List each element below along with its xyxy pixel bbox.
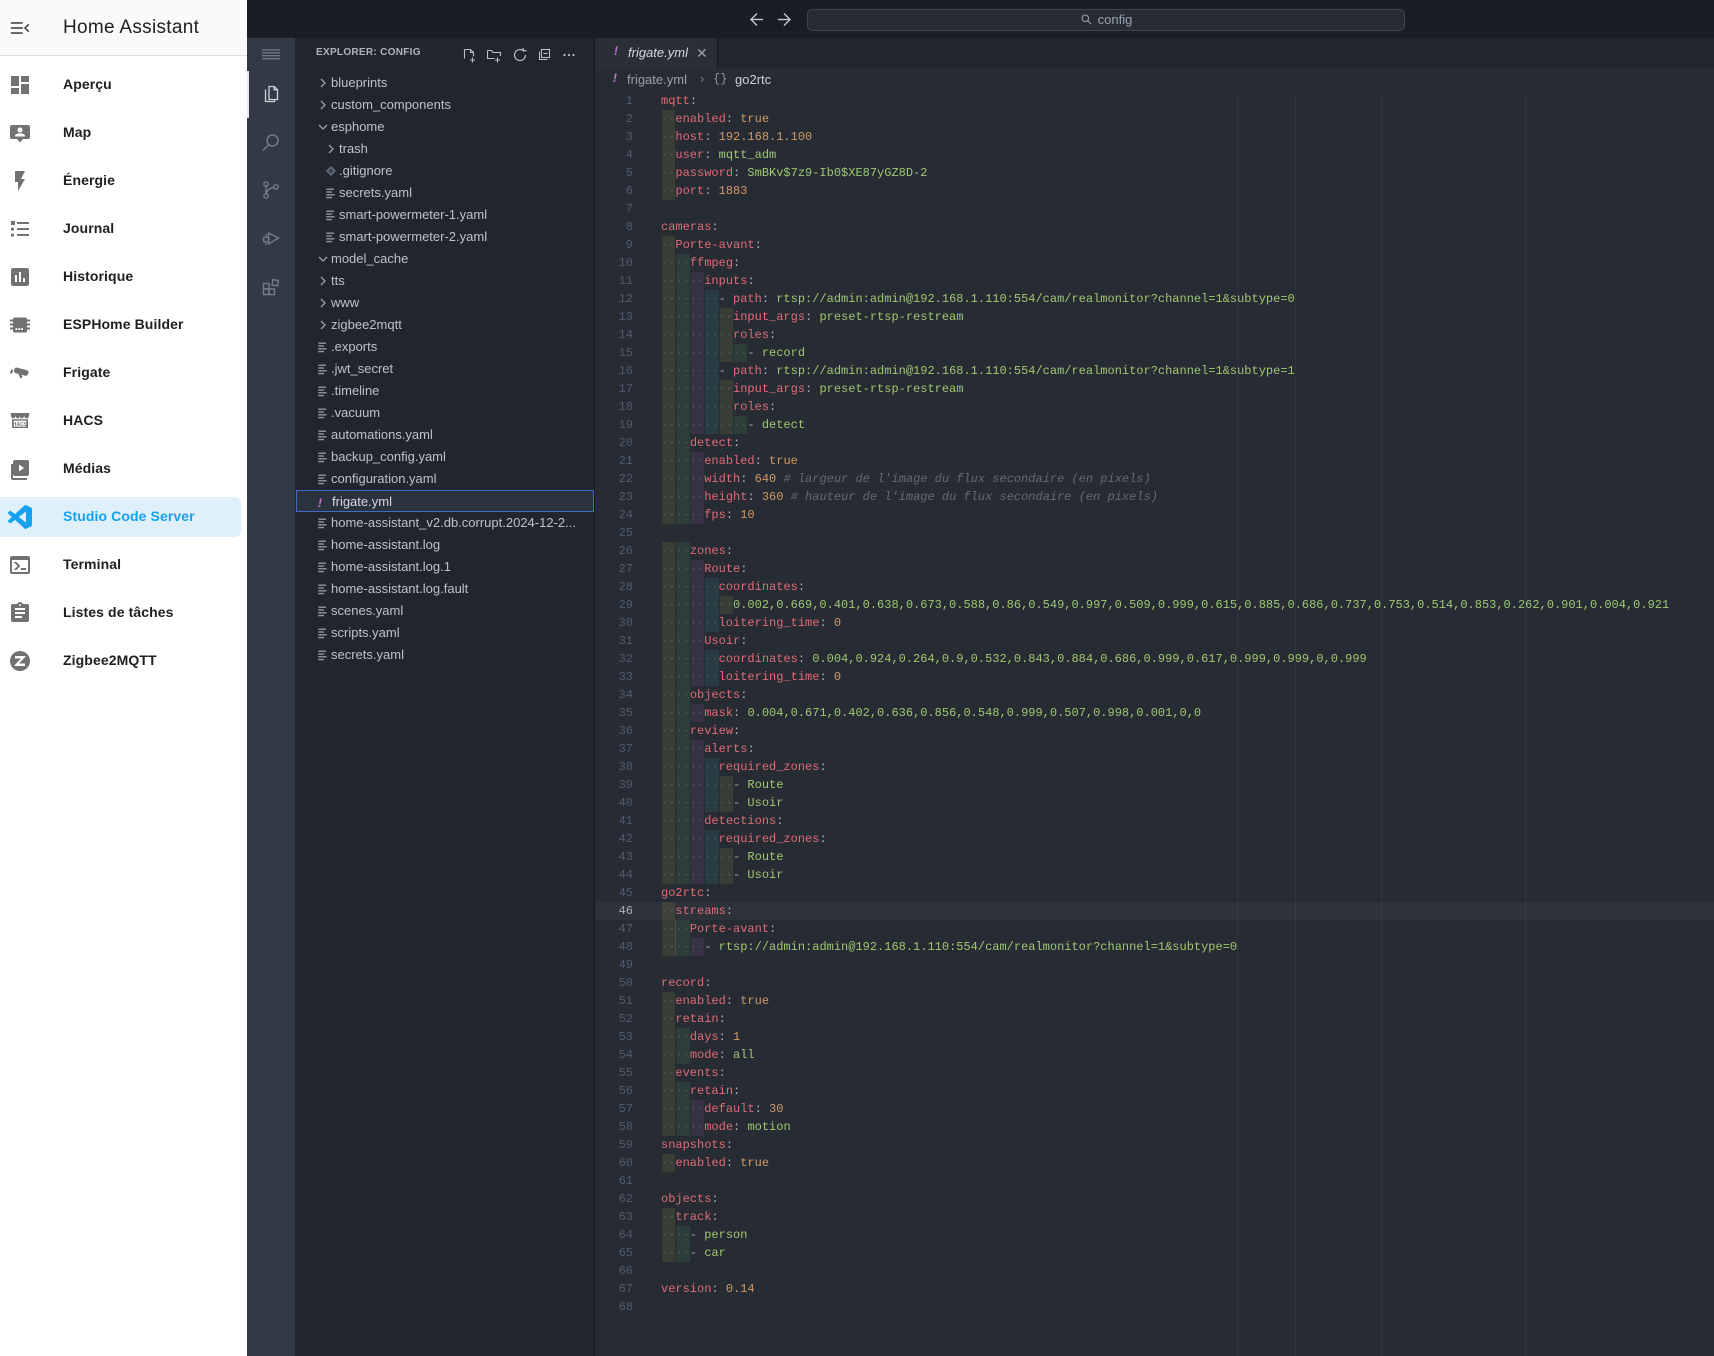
svg-text:HACS: HACS bbox=[13, 422, 28, 428]
